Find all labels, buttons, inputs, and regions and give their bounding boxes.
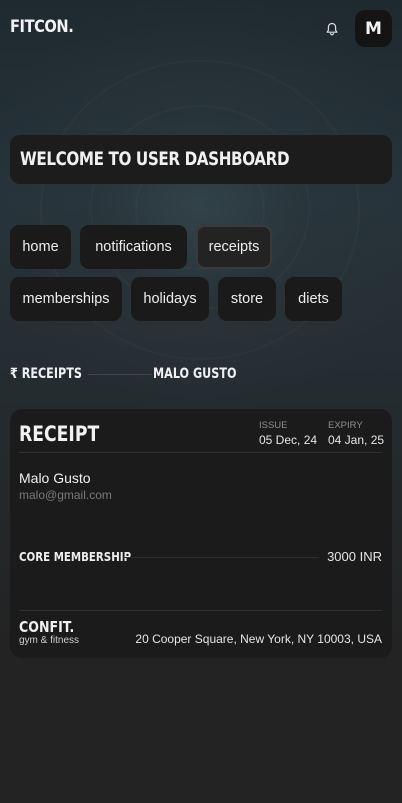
nav-memberships-button[interactable]: memberships xyxy=(10,277,122,321)
welcome-banner: WELCOME TO USER DASHBOARD xyxy=(10,135,392,184)
bell-icon[interactable] xyxy=(322,19,342,39)
membership-divider xyxy=(123,557,319,558)
expiry-label: EXPIRY xyxy=(328,420,363,431)
nav-notifications-button[interactable]: notifications xyxy=(80,225,187,269)
receipt-title: RECEIPT xyxy=(19,422,100,446)
nav-home-button[interactable]: home xyxy=(10,225,71,269)
membership-name: CORE MEMBERSHIP xyxy=(19,549,132,564)
customer-email: malo@gmail.com xyxy=(19,488,112,502)
nav-receipts-button[interactable]: receipts xyxy=(196,225,272,269)
nav-store-button[interactable]: store xyxy=(218,277,276,321)
issue-date: 05 Dec, 24 xyxy=(259,433,318,447)
receipt-footer-divider xyxy=(19,610,382,611)
receipt-brand-tagline: gym & fitness xyxy=(19,635,80,646)
app-logo[interactable]: FITCON. xyxy=(10,17,74,37)
issue-label: ISSUE xyxy=(259,420,288,431)
user-avatar-button[interactable]: M xyxy=(355,10,392,47)
section-user-name: MALO GUSTO xyxy=(153,366,237,382)
receipt-card: RECEIPT ISSUE 05 Dec, 24 EXPIRY 04 Jan, … xyxy=(10,409,392,658)
section-divider xyxy=(88,374,152,375)
receipts-section-header: ₹ RECEIPTS MALO GUSTO xyxy=(10,364,392,384)
section-title: ₹ RECEIPTS xyxy=(10,366,82,382)
welcome-title: WELCOME TO USER DASHBOARD xyxy=(20,148,290,170)
receipt-address: 20 Cooper Square, New York, NY 10003, US… xyxy=(135,632,382,646)
customer-name: Malo Gusto xyxy=(19,470,91,486)
receipt-divider xyxy=(19,452,382,453)
nav-holidays-button[interactable]: holidays xyxy=(131,277,209,321)
app-header: FITCON. M xyxy=(0,0,402,56)
membership-price: 3000 INR xyxy=(327,549,382,564)
nav-diets-button[interactable]: diets xyxy=(285,277,342,321)
expiry-date: 04 Jan, 25 xyxy=(328,433,385,447)
receipt-brand: CONFIT. xyxy=(19,618,75,636)
